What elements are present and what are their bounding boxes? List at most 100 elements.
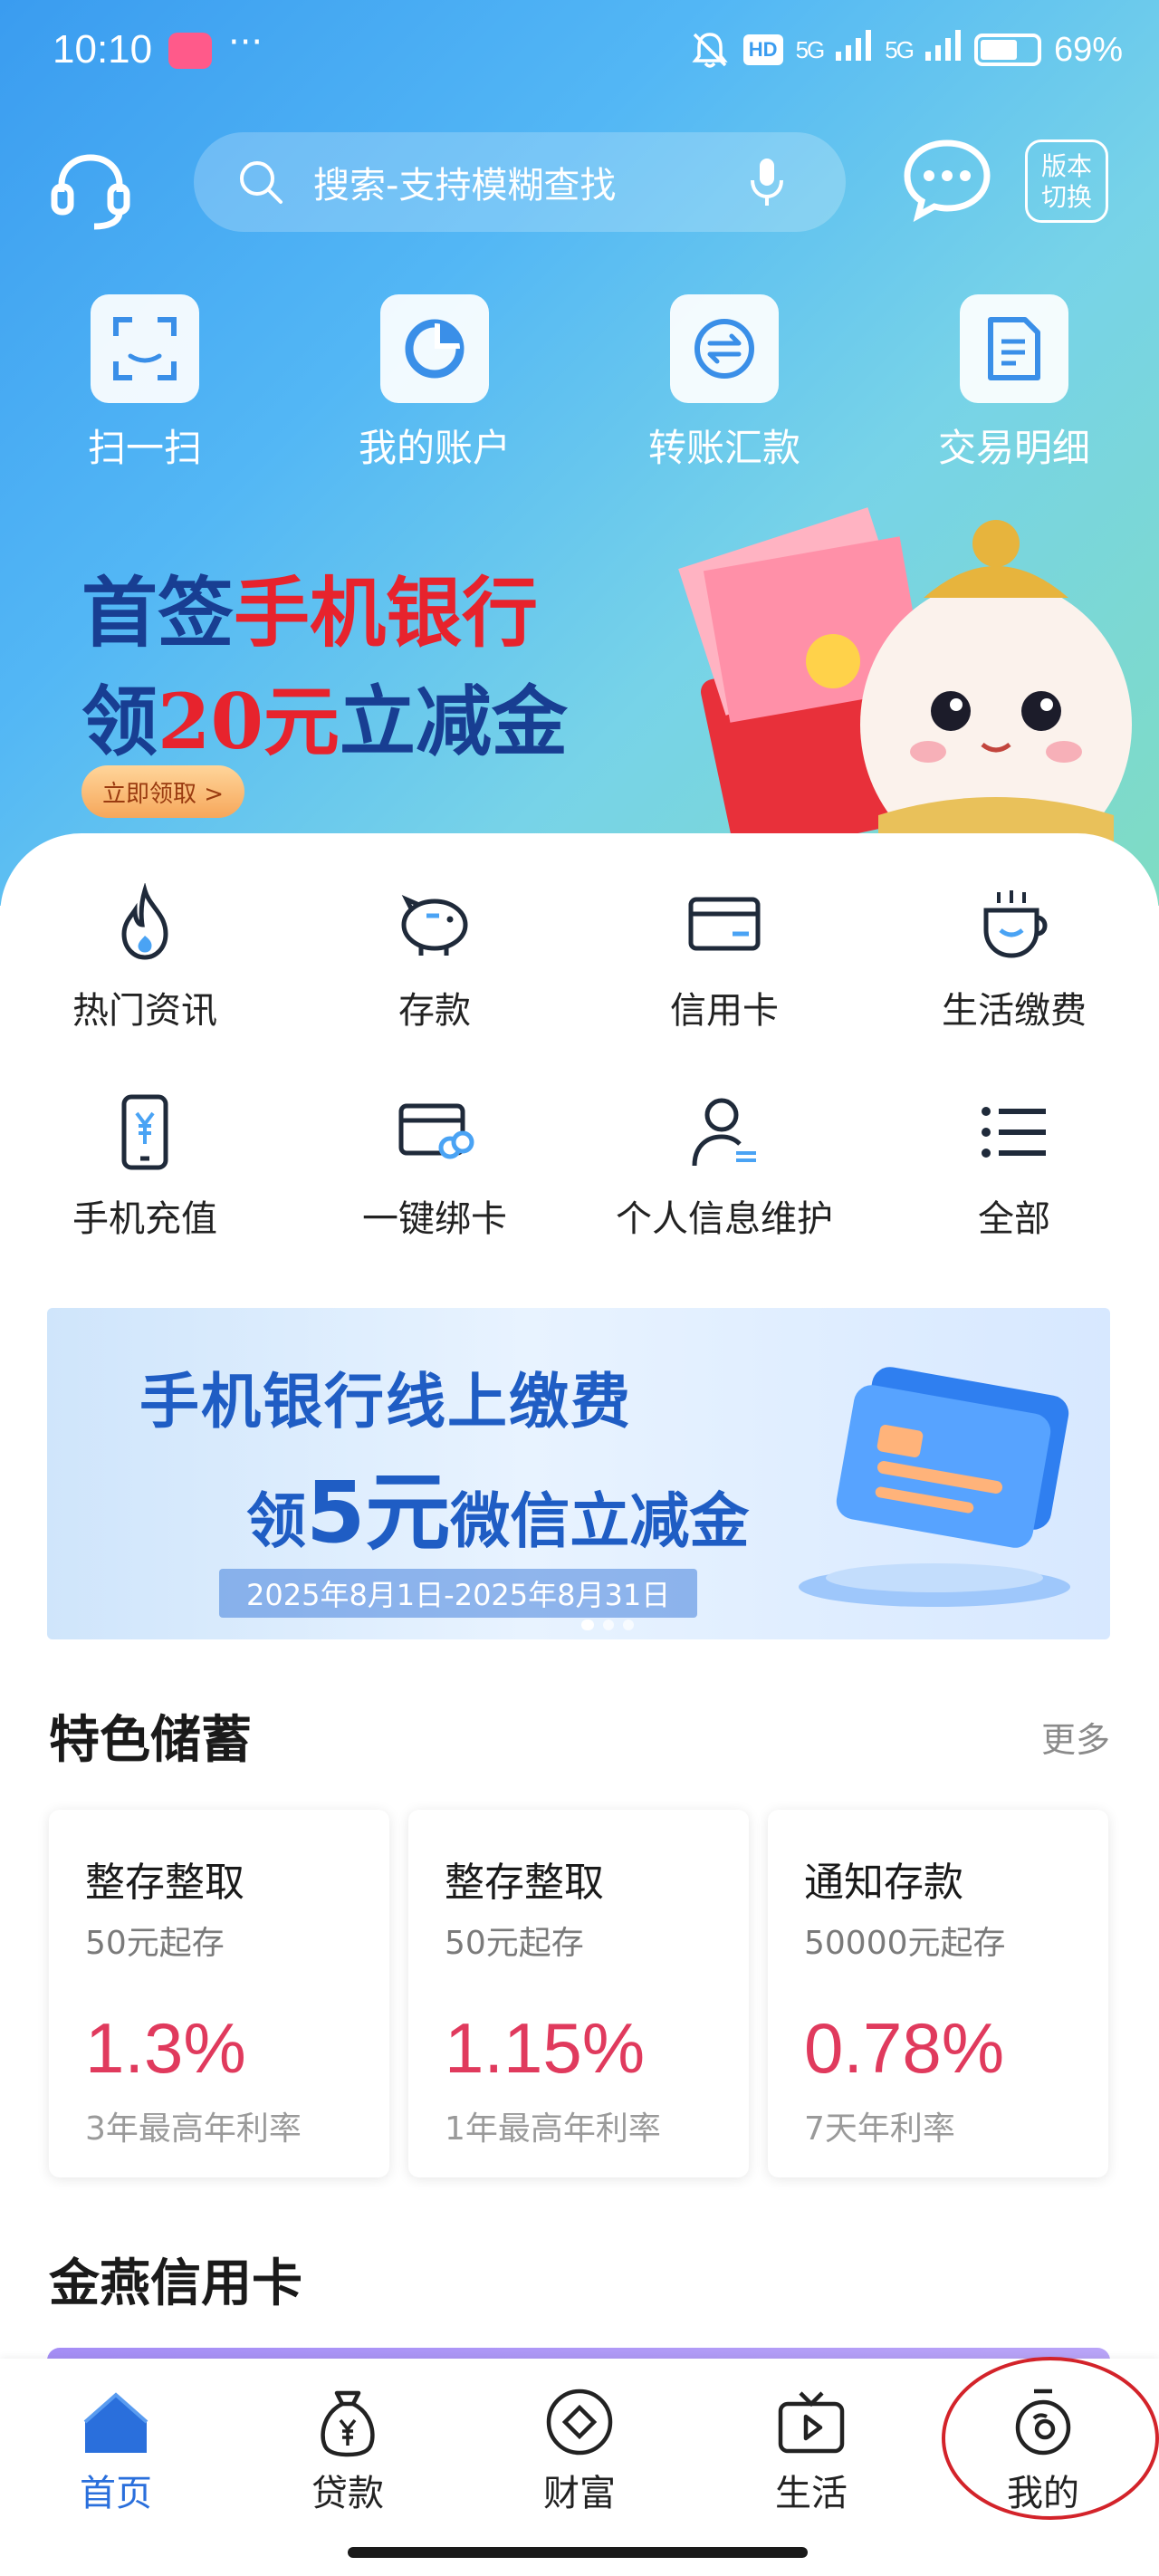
service-bind-card[interactable]: 一键绑卡 [290, 1091, 580, 1242]
list-icon [982, 1107, 1046, 1158]
minimum-deposit: 50000元起存 [804, 1925, 1006, 1962]
top-bar: 搜索-支持模糊查找 版本 切换 [0, 127, 1159, 235]
document-icon [988, 317, 1040, 380]
service-all[interactable]: 全部 [869, 1091, 1159, 1242]
service-credit-card[interactable]: 信用卡 [580, 883, 869, 1033]
service-mobile-topup[interactable]: 手机充值 [0, 1091, 290, 1242]
service-label: 热门资讯 [72, 990, 217, 1032]
search-placeholder: 搜索-支持模糊查找 [313, 165, 617, 207]
service-bill-payment[interactable]: 生活缴费 [869, 883, 1159, 1033]
home-icon [83, 2392, 148, 2453]
service-label: 生活缴费 [942, 990, 1087, 1032]
interest-rate: 1.3% [85, 2008, 246, 2088]
diamond-coin-icon [546, 2389, 613, 2456]
quick-action-scan[interactable]: 扫一扫 [36, 294, 254, 473]
interest-rate: 1.15% [445, 2008, 646, 2088]
tv-play-icon [778, 2391, 845, 2454]
nav-label: 财富 [543, 2473, 616, 2514]
piggy-bank-icon [401, 895, 468, 956]
highlight-circle-annotation [942, 2357, 1159, 2520]
promo-headline-2[interactable]: 领20元立减金 [81, 661, 568, 771]
payment-promo-banner[interactable]: 手机银行线上缴费 领5元微信立减金 2025年8月1日-2025年8月31日 [47, 1308, 1110, 1639]
banner-date-range: 2025年8月1日-2025年8月31日 [219, 1569, 698, 1618]
home-indicator[interactable] [348, 2547, 808, 2558]
nav-label: 生活 [775, 2473, 848, 2514]
minimum-deposit: 50元起存 [445, 1925, 584, 1962]
search-icon [240, 161, 283, 204]
quick-action-transfer[interactable]: 转账汇款 [616, 294, 833, 473]
interest-rate: 0.78% [804, 2008, 1005, 2088]
nav-home[interactable]: 首页 [0, 2386, 232, 2516]
savings-card[interactable]: 通知存款 50000元起存 0.78% 7天年利率 [768, 1810, 1108, 2177]
nav-label: 贷款 [311, 2473, 384, 2514]
service-label: 全部 [978, 1198, 1050, 1240]
nav-label: 首页 [80, 2473, 152, 2514]
rate-description: 1年最高年利率 [445, 2110, 661, 2148]
product-name: 整存整取 [445, 1860, 604, 1906]
nav-loans[interactable]: 贷款 [232, 2386, 464, 2516]
microphone-icon[interactable] [744, 155, 790, 209]
service-label: 信用卡 [670, 990, 779, 1032]
quick-action-label: 转账汇款 [647, 426, 800, 470]
status-more-dots: ··· [228, 22, 263, 63]
credit-card-icon [688, 897, 761, 951]
hd-badge: HD [742, 34, 783, 65]
nav-wealth[interactable]: 财富 [464, 2386, 695, 2516]
service-label: 个人信息维护 [616, 1198, 833, 1240]
quick-action-label: 我的账户 [358, 426, 511, 470]
service-personal-info[interactable]: 个人信息维护 [580, 1091, 869, 1242]
quick-action-transactions[interactable]: 交易明细 [905, 294, 1123, 473]
product-name: 整存整取 [85, 1860, 244, 1906]
signal-bars-icon [836, 30, 872, 70]
coffee-cup-icon [983, 890, 1048, 958]
nav-life[interactable]: 生活 [695, 2386, 927, 2516]
credit-card-section-title: 金燕信用卡 [49, 2254, 302, 2313]
battery-percent: 69% [1053, 30, 1123, 69]
person-icon [692, 1098, 756, 1167]
bilibili-app-icon [168, 33, 212, 69]
account-pie-icon [405, 319, 465, 379]
service-label: 存款 [398, 990, 471, 1032]
phone-yuan-icon [121, 1094, 168, 1170]
quick-action-label: 扫一扫 [87, 426, 202, 470]
fire-icon [121, 882, 168, 960]
service-deposit[interactable]: 存款 [290, 883, 580, 1033]
search-box[interactable]: 搜索-支持模糊查找 [194, 132, 846, 232]
carousel-indicator [581, 1620, 634, 1630]
headset-icon[interactable] [47, 147, 134, 234]
card-illustration [799, 1367, 1070, 1607]
bell-muted-icon [692, 33, 728, 68]
status-time: 10:10 [53, 27, 153, 72]
signal-bars-icon [924, 30, 962, 70]
message-bubble-icon[interactable] [900, 136, 994, 223]
service-label: 手机充值 [72, 1198, 217, 1240]
service-hot-news[interactable]: 热门资讯 [0, 882, 290, 1033]
rate-description: 7天年利率 [804, 2110, 955, 2148]
minimum-deposit: 50元起存 [85, 1925, 225, 1962]
quick-actions: 扫一扫 我的账户 转账汇款 交易明细 [0, 294, 1159, 476]
money-bag-icon [321, 2390, 375, 2457]
signal-5g-1: 5G [795, 35, 826, 63]
banner-headline: 手机银行线上缴费 [139, 1367, 632, 1437]
quick-action-my-account[interactable]: 我的账户 [326, 294, 543, 473]
version-switch-button[interactable]: 版本 切换 [1025, 139, 1108, 223]
product-name: 通知存款 [804, 1860, 963, 1906]
transfer-icon [694, 319, 754, 379]
bind-card-icon [398, 1103, 474, 1159]
banner-subheadline: 领5元微信立减金 [246, 1464, 750, 1562]
hero-background: 10:10 ··· HD 5G 5G 69% 搜索-支持模糊查找 版本 切换 扫… [0, 0, 1159, 906]
service-label: 一键绑卡 [362, 1198, 507, 1240]
scan-icon [113, 317, 177, 380]
savings-card[interactable]: 整存整取 50元起存 1.3% 3年最高年利率 [49, 1810, 389, 2177]
battery-icon [973, 34, 1041, 66]
signal-5g-2: 5G [885, 35, 915, 63]
savings-more-link[interactable]: 更多 [1041, 1712, 1110, 1762]
claim-now-button[interactable]: 立即领取 > [81, 765, 244, 818]
status-right: HD 5G 5G 69% [689, 27, 1123, 72]
rate-description: 3年最高年利率 [85, 2110, 302, 2148]
savings-card[interactable]: 整存整取 50元起存 1.15% 1年最高年利率 [408, 1810, 749, 2177]
promo-headline-1[interactable]: 首签手机银行 [81, 553, 538, 662]
quick-action-label: 交易明细 [937, 426, 1090, 470]
status-bar: 10:10 ··· HD 5G 5G 69% [0, 0, 1159, 107]
savings-section-title: 特色储蓄 [49, 1711, 252, 1770]
